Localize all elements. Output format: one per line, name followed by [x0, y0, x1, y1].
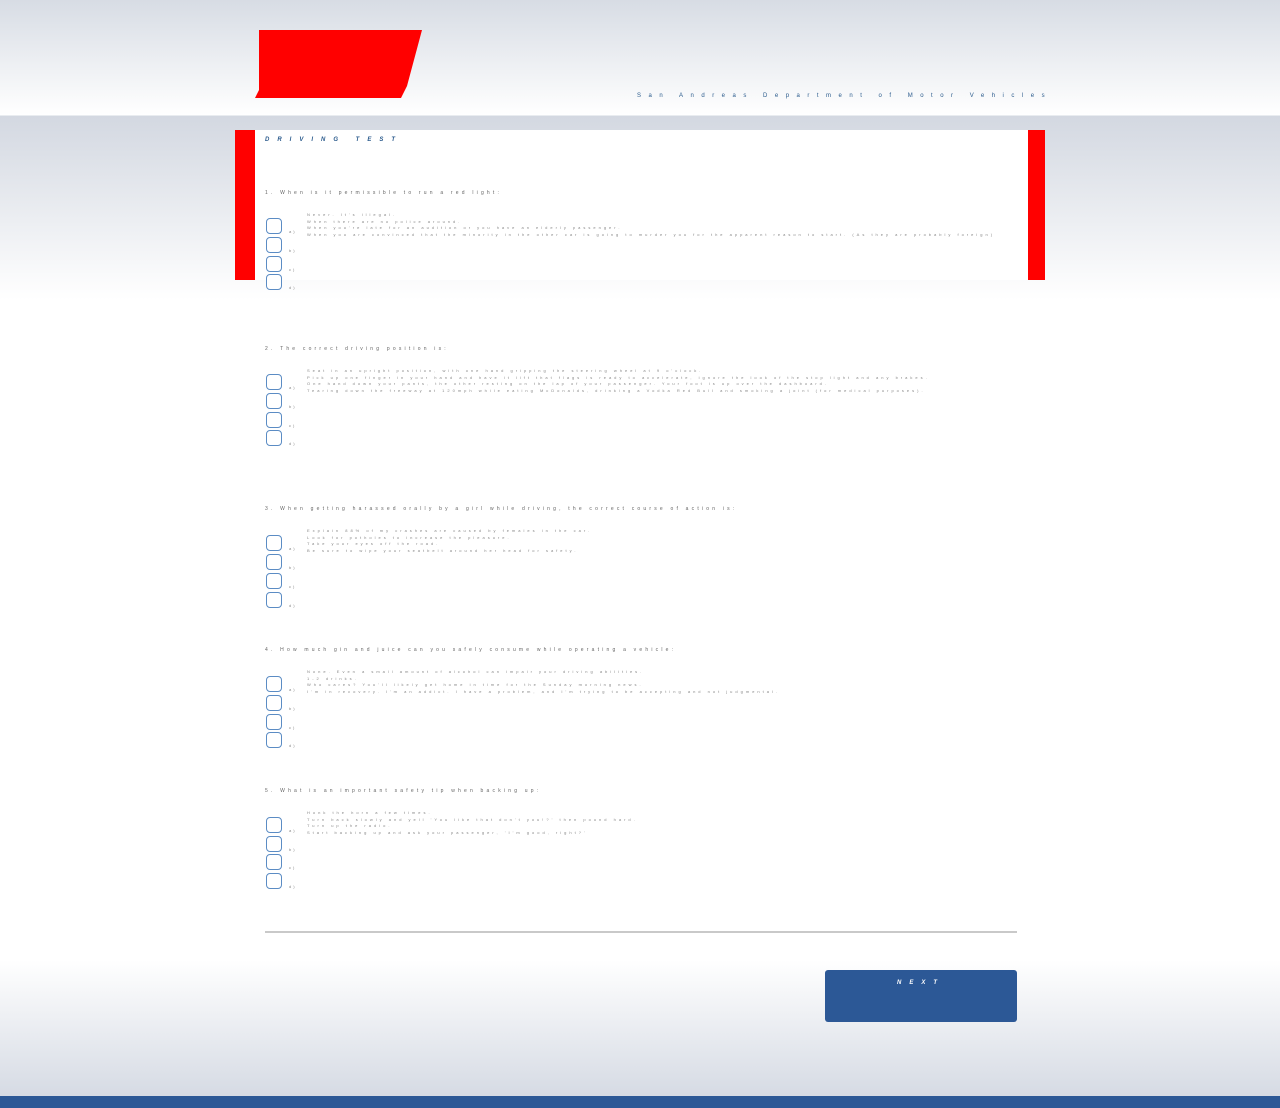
answer-checkbox-c[interactable]: [266, 256, 282, 272]
next-button-label: NEXT: [896, 980, 945, 986]
answer-checkbox-c[interactable]: [266, 714, 282, 730]
question-text: 5. What is an important safety tip when …: [265, 788, 542, 794]
answer-list: a) b) c) d) None. Even a small amount of…: [265, 667, 1007, 748]
answer-letter-a: a): [289, 828, 297, 833]
answer-text-d: I'm in recovery. I'm an addict. I have a…: [307, 688, 780, 694]
answer-letter-a: a): [289, 687, 297, 692]
answer-checkbox-d[interactable]: [266, 274, 282, 290]
divider: [265, 931, 1017, 933]
answer-text-d: When you are convinced that the minority…: [307, 231, 996, 237]
header: San Andreas Department of Motor Vehicles: [0, 0, 1280, 115]
answer-texts: Never. It's illegal. When there are no p…: [307, 212, 1007, 238]
answer-list: a) b) c) d) Explain 88% of my crashes ar…: [265, 526, 1007, 608]
answer-letter-d: d): [289, 441, 297, 446]
answer-text-d: Tearing down the freeway at 120mph while…: [307, 387, 926, 393]
answer-checkbox-d[interactable]: [266, 430, 282, 446]
answer-letter-d: d): [289, 285, 297, 290]
answer-checkbox-b[interactable]: [266, 836, 282, 852]
question-text: 3. When getting harassed orally by a gir…: [265, 506, 738, 512]
next-button[interactable]: NEXT: [825, 970, 1017, 1022]
answer-checkbox-a[interactable]: [266, 535, 282, 551]
answer-checkbox-b[interactable]: [266, 237, 282, 253]
answer-checkbox-a[interactable]: [266, 676, 282, 692]
answer-list: a) b) c) d) Seat in an upright position,…: [265, 366, 1007, 446]
answer-checkbox-a[interactable]: [266, 218, 282, 234]
answer-texts: Explain 88% of my crashes are caused by …: [307, 528, 1007, 554]
question-text: 1. When is it permissible to run a red l…: [265, 190, 503, 196]
answer-checkbox-c[interactable]: [266, 854, 282, 870]
dmv-logo-icon: [255, 30, 422, 98]
answer-checkbox-d[interactable]: [266, 873, 282, 889]
answer-checkbox-b[interactable]: [266, 695, 282, 711]
answer-checkbox-d[interactable]: [266, 732, 282, 748]
answer-list: a) b) c) d) Never. It's illegal. When th…: [265, 210, 1007, 290]
answer-letter-b: b): [289, 847, 297, 852]
question-text: 4. How much gin and juice can you safely…: [265, 647, 677, 653]
question-3: 3. When getting harassed orally by a gir…: [265, 506, 1007, 608]
answer-texts: Honk the horn a few times. Turn back slo…: [307, 810, 1007, 836]
question-text: 2. The correct driving position is:: [265, 346, 449, 352]
department-title: San Andreas Department of Motor Vehicles: [637, 93, 1053, 99]
answer-letter-c: c): [289, 725, 297, 730]
question-4: 4. How much gin and juice can you safely…: [265, 647, 1007, 748]
answer-letter-c: c): [289, 267, 297, 272]
answer-letter-d: d): [289, 603, 297, 608]
left-red-accent: [235, 130, 255, 280]
answer-texts: None. Even a small amount of alcohol can…: [307, 669, 1007, 695]
answer-letter-c: c): [289, 865, 297, 870]
right-red-accent: [1028, 130, 1045, 280]
answer-checkbox-a[interactable]: [266, 374, 282, 390]
answer-checkbox-b[interactable]: [266, 554, 282, 570]
answer-letter-b: b): [289, 248, 297, 253]
answer-text-d: Be sure to wipe your seatbelt around her…: [307, 547, 579, 553]
question-5: 5. What is an important safety tip when …: [265, 788, 1007, 889]
answer-list: a) b) c) d) Honk the horn a few times. T…: [265, 808, 1007, 889]
answer-texts: Seat in an upright position, with one ha…: [307, 368, 1007, 394]
answer-checkbox-b[interactable]: [266, 393, 282, 409]
answer-letter-c: c): [289, 584, 297, 589]
answer-letter-b: b): [289, 706, 297, 711]
answer-letter-a: a): [289, 546, 297, 551]
answer-checkbox-d[interactable]: [266, 592, 282, 608]
answer-text-d: Start backing up and ask your passenger,…: [307, 829, 588, 835]
answer-checkbox-c[interactable]: [266, 412, 282, 428]
footer-bar: [0, 1096, 1280, 1108]
answer-letter-a: a): [289, 385, 297, 390]
question-2: 2. The correct driving position is: a) b…: [265, 346, 1007, 446]
answer-checkbox-a[interactable]: [266, 817, 282, 833]
answer-letter-c: c): [289, 423, 297, 428]
answer-letter-a: a): [289, 229, 297, 234]
answer-letter-b: b): [289, 565, 297, 570]
answer-letter-d: d): [289, 743, 297, 748]
page-title: DRIVING TEST: [265, 137, 404, 143]
answer-letter-b: b): [289, 404, 297, 409]
answer-checkbox-c[interactable]: [266, 573, 282, 589]
question-1: 1. When is it permissible to run a red l…: [265, 190, 1007, 290]
answer-letter-d: d): [289, 884, 297, 889]
